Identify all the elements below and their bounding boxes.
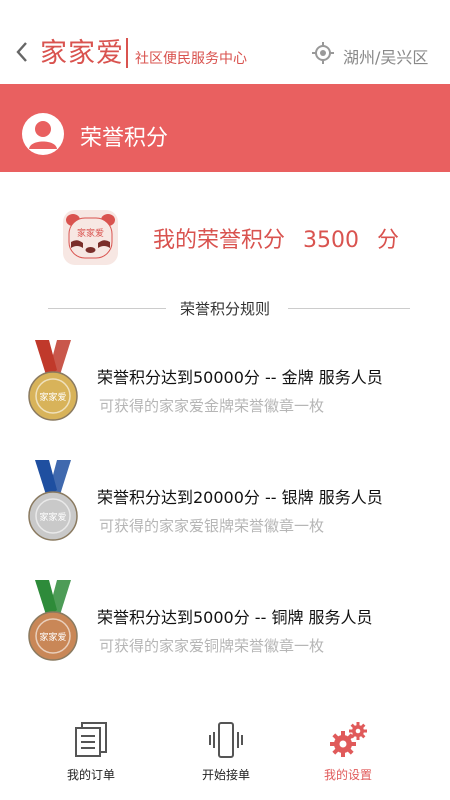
rule-title: 荣誉积分达到20000分 -- 银牌 服务人员 — [97, 488, 383, 507]
tab-my-orders[interactable]: 我的订单 — [31, 720, 151, 790]
tab-start-orders[interactable]: 开始接单 — [166, 720, 286, 790]
app-mascot-icon: 家家爱 — [63, 210, 118, 265]
rule-title: 荣誉积分达到5000分 -- 铜牌 服务人员 — [97, 608, 373, 627]
svg-text:家家爱: 家家爱 — [39, 511, 66, 523]
page-title: 荣誉积分 — [80, 126, 169, 151]
location-target-icon[interactable] — [312, 42, 334, 64]
page-header-banner — [0, 84, 450, 172]
my-points: 我的荣誉积分 3500 分 — [153, 222, 399, 254]
rule-description: 可获得的家家爱铜牌荣誉徽章一枚 — [99, 637, 325, 655]
chevron-left-icon — [16, 42, 27, 62]
points-label: 我的荣誉积分 — [153, 228, 286, 253]
svg-text:家家爱: 家家爱 — [77, 227, 104, 239]
back-button[interactable] — [12, 38, 32, 66]
medal-icon: 家家爱 — [27, 340, 79, 424]
rule-description: 可获得的家家爱金牌荣誉徽章一枚 — [99, 397, 325, 415]
tab-my-settings[interactable]: 我的设置 — [288, 720, 408, 790]
app-subtitle: 社区便民服务中心 — [135, 51, 247, 67]
medal-icon: 家家爱 — [27, 460, 79, 544]
tab-label: 开始接单 — [201, 768, 250, 782]
gears-icon — [330, 722, 367, 757]
location-selector[interactable]: 湖州/吴兴区 — [343, 44, 428, 68]
points-unit: 分 — [377, 228, 400, 253]
rule-title: 荣誉积分达到50000分 -- 金牌 服务人员 — [97, 368, 383, 387]
avatar — [22, 113, 64, 155]
svg-text:家家爱: 家家爱 — [39, 391, 66, 403]
vibrate-phone-icon — [209, 722, 243, 758]
rules-title: 荣誉积分规则 — [179, 300, 270, 318]
points-value: 3500 — [303, 228, 360, 253]
logo-divider — [126, 38, 128, 68]
user-icon — [29, 121, 57, 149]
tab-label: 我的订单 — [66, 768, 115, 782]
app-logo: 家家爱 — [40, 38, 124, 69]
medal-icon: 家家爱 — [27, 580, 79, 664]
tab-label: 我的设置 — [323, 768, 372, 782]
svg-text:家家爱: 家家爱 — [39, 631, 66, 643]
document-icon — [75, 722, 107, 757]
rule-description: 可获得的家家爱银牌荣誉徽章一枚 — [99, 517, 325, 535]
